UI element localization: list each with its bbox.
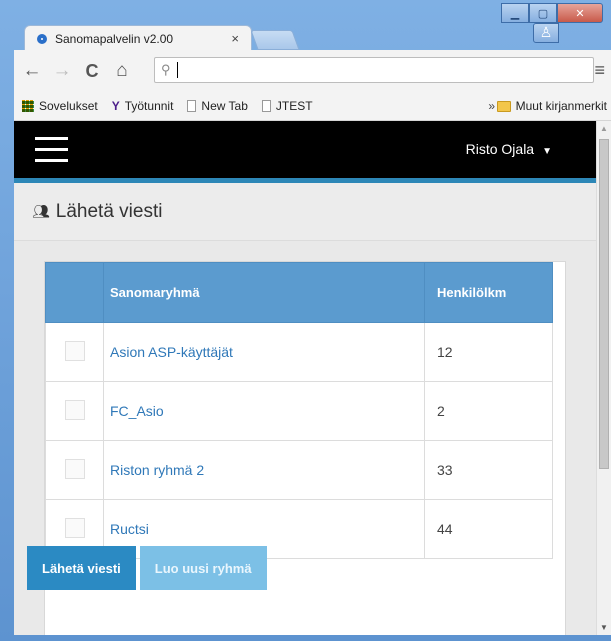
new-tab-button[interactable] (250, 30, 300, 50)
apps-icon (22, 100, 34, 112)
bookmark-label: JTEST (275, 99, 313, 113)
search-icon: ⚲ (161, 62, 171, 77)
favicon-icon (37, 33, 47, 44)
omnibox[interactable]: ⚲ (154, 57, 594, 83)
home-icon[interactable]: ⌂ (110, 60, 134, 82)
profile-icon[interactable]: ♙ (533, 23, 559, 43)
send-message-button[interactable]: Lähetä viesti (27, 546, 136, 590)
header-group: Sanomaryhmä (103, 262, 425, 323)
page-icon (187, 100, 197, 112)
bookmark-label: Sovelukset (39, 99, 98, 113)
maximize-button[interactable]: ▢ (529, 3, 557, 23)
row-select-cell (45, 440, 104, 500)
groups-table: Sanomaryhmä Henkilölkm Asion ASP-käyttäj… (45, 262, 553, 559)
bookmarks-bar: Sovelukset Y Työtunnit New Tab JTEST » M… (14, 92, 611, 121)
group-name-link[interactable]: Asion ASP-käyttäjät (103, 322, 425, 382)
tab-title: Sanomapalvelin v2.00 (55, 31, 174, 46)
web-page: Risto Ojala ▼ 👥︎ Lähetä viesti Sanomaryhm… (14, 121, 596, 635)
hamburger-menu-icon[interactable] (35, 137, 68, 163)
chrome-menu-icon[interactable]: ≡ (594, 60, 605, 81)
row-checkbox[interactable] (64, 458, 85, 479)
row-checkbox[interactable] (64, 517, 85, 538)
bookmark-tyotunnit[interactable]: Y Työtunnit (112, 99, 174, 113)
bookmark-jtest[interactable]: JTEST (261, 99, 313, 113)
bookmark-apps[interactable]: Sovelukset (22, 99, 98, 113)
tab-close-icon[interactable]: × (231, 31, 239, 46)
member-count: 44 (424, 499, 553, 559)
minimize-button[interactable]: ▁ (501, 3, 529, 23)
row-checkbox[interactable] (64, 340, 85, 361)
row-checkbox[interactable] (64, 399, 85, 420)
user-name: Risto Ojala (465, 141, 535, 157)
browser-toolbar: ← → C ⌂ ⚲ ≡ (14, 50, 611, 92)
scroll-up-icon[interactable]: ▲ (600, 124, 608, 133)
table-row: Riston ryhmä 2 33 (45, 440, 553, 500)
bookmarks-overflow-button[interactable]: » (488, 99, 495, 113)
header-select (45, 262, 104, 323)
member-count: 12 (424, 322, 553, 382)
page-header: 👥︎ Lähetä viesti (14, 183, 596, 241)
member-count: 33 (424, 440, 553, 500)
page-icon (261, 100, 271, 112)
other-bookmarks[interactable]: Muut kirjanmerkit (496, 99, 607, 113)
address-input[interactable] (177, 61, 593, 79)
table-header-row: Sanomaryhmä Henkilölkm (45, 262, 553, 323)
bookmark-new-tab[interactable]: New Tab (187, 99, 248, 113)
users-icon: 👥︎ (32, 203, 50, 219)
bookmark-label: New Tab (201, 99, 248, 113)
other-bookmarks-label: Muut kirjanmerkit (515, 99, 607, 113)
page-scrollbar[interactable]: ▲ ▼ (596, 121, 611, 635)
table-row: FC_Asio 2 (45, 381, 553, 441)
window-controls: ♙ ▁ ▢ ✕ (501, 3, 603, 43)
scroll-thumb[interactable] (599, 139, 609, 469)
table-row: Asion ASP-käyttäjät 12 (45, 322, 553, 382)
chevron-down-icon: ▼ (542, 146, 552, 157)
header-count: Henkilölkm (424, 262, 553, 323)
action-buttons: Lähetä viesti Luo uusi ryhmä (27, 546, 267, 590)
scroll-down-icon[interactable]: ▼ (600, 623, 608, 632)
browser-window: ♙ ▁ ▢ ✕ Sanomapalvelin v2.00 × ← → C ⌂ ⚲… (0, 0, 611, 641)
browser-tab[interactable]: Sanomapalvelin v2.00 × (24, 25, 252, 51)
back-arrow-icon[interactable]: ← (20, 60, 44, 82)
yahoo-icon: Y (111, 99, 120, 113)
page-title: Lähetä viesti (55, 200, 163, 222)
new-group-button[interactable]: Luo uusi ryhmä (139, 546, 267, 590)
folder-icon (496, 100, 511, 112)
row-select-cell (45, 322, 104, 382)
bookmark-label: Työtunnit (124, 99, 174, 113)
reload-icon[interactable]: C (80, 61, 104, 82)
row-select-cell (45, 381, 104, 441)
group-name-link[interactable]: FC_Asio (103, 381, 425, 441)
group-name-link[interactable]: Riston ryhmä 2 (103, 440, 425, 500)
member-count: 2 (424, 381, 553, 441)
user-menu[interactable]: Risto Ojala ▼ (466, 141, 552, 157)
forward-arrow-icon[interactable]: → (50, 60, 74, 82)
app-bar: Risto Ojala ▼ (14, 121, 596, 183)
close-window-button[interactable]: ✕ (557, 3, 603, 23)
